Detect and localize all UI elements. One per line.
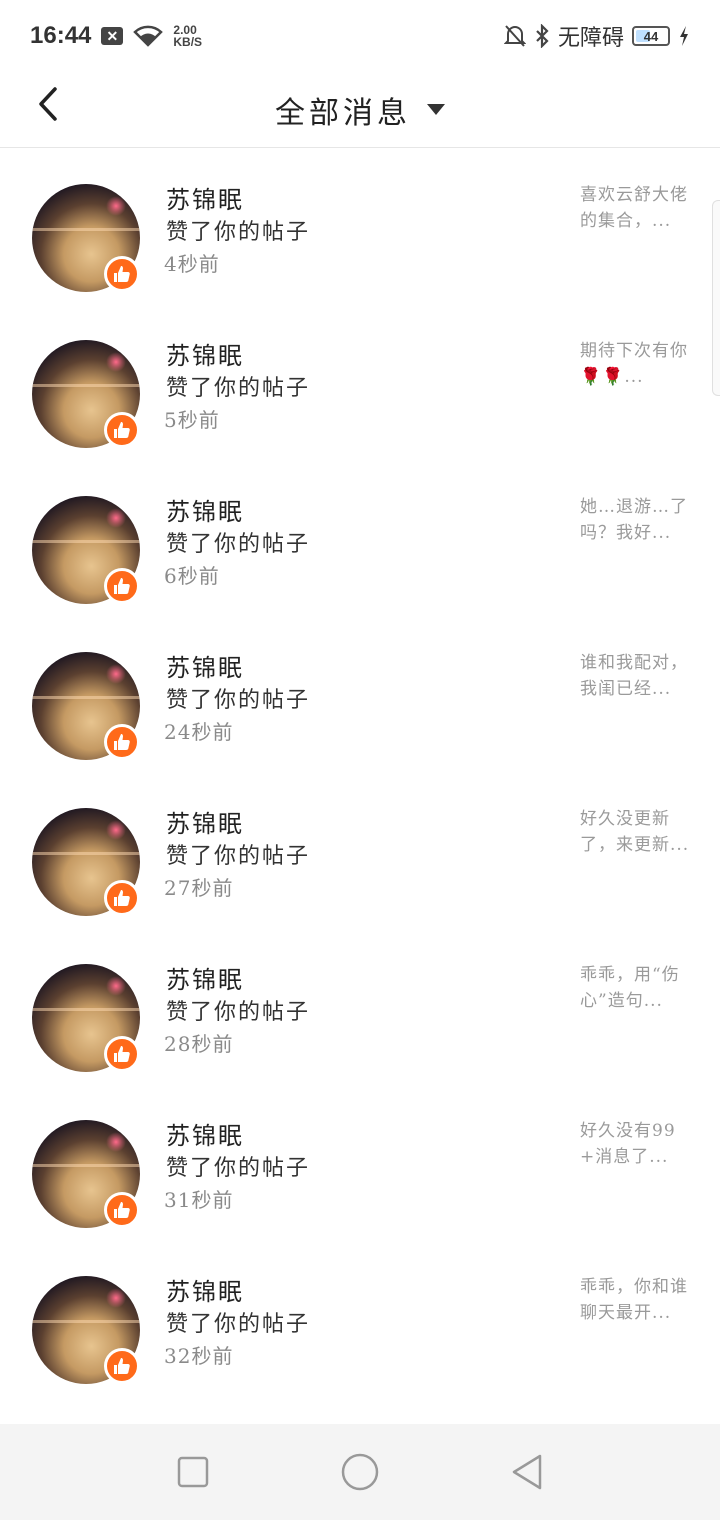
page-title: 全部消息 bbox=[275, 95, 411, 131]
timestamp: 4秒前 bbox=[164, 252, 220, 276]
recent-apps-button[interactable] bbox=[163, 1442, 223, 1502]
post-preview[interactable]: 期待下次有你🌹🌹... bbox=[580, 338, 692, 390]
message-list: 苏锦眠 赞了你的帖子 4秒前 喜欢云舒大佬的集合，... 苏锦眠 赞了你的帖子 … bbox=[0, 150, 720, 1398]
thumbs-up-icon bbox=[104, 1348, 140, 1384]
charging-icon bbox=[678, 25, 690, 47]
action-text: 赞了你的帖子 bbox=[166, 844, 311, 869]
sender-name: 苏锦眠 bbox=[166, 654, 244, 682]
thumbs-up-icon bbox=[104, 1036, 140, 1072]
list-item[interactable]: 苏锦眠 赞了你的帖子 32秒前 乖乖，你和谁聊天最开... bbox=[0, 1242, 720, 1398]
action-text: 赞了你的帖子 bbox=[166, 1156, 311, 1181]
timestamp: 6秒前 bbox=[164, 564, 220, 588]
list-item[interactable]: 苏锦眠 赞了你的帖子 24秒前 谁和我配对，我闺已经... bbox=[0, 618, 720, 774]
network-speed: 2.00 KB/S bbox=[173, 24, 202, 48]
thumbs-up-icon bbox=[104, 724, 140, 760]
accessibility-label: 无障碍 bbox=[557, 25, 624, 50]
nav-back-button[interactable] bbox=[497, 1442, 557, 1502]
sender-name: 苏锦眠 bbox=[166, 498, 244, 526]
scroll-indicator[interactable] bbox=[712, 200, 720, 396]
back-button[interactable] bbox=[32, 84, 64, 124]
list-item[interactable]: 苏锦眠 赞了你的帖子 6秒前 她…退游…了吗？我好... bbox=[0, 462, 720, 618]
sender-name: 苏锦眠 bbox=[166, 1278, 244, 1306]
message-filter-dropdown[interactable]: 全部消息 bbox=[275, 88, 445, 132]
status-bar: 16:44 ✕ 2.00 KB/S 无障碍 44 bbox=[0, 0, 720, 72]
post-preview[interactable]: 好久没更新了，来更新... bbox=[580, 806, 692, 858]
post-preview[interactable]: 乖乖，你和谁聊天最开... bbox=[580, 1274, 692, 1326]
sender-name: 苏锦眠 bbox=[166, 186, 244, 214]
header: 全部消息 bbox=[0, 72, 720, 148]
action-text: 赞了你的帖子 bbox=[166, 1312, 311, 1337]
sender-name: 苏锦眠 bbox=[166, 966, 244, 994]
bell-muted-icon bbox=[503, 24, 526, 48]
sender-name: 苏锦眠 bbox=[166, 1122, 244, 1150]
battery-level: 44 bbox=[643, 28, 659, 44]
circle-icon bbox=[341, 1453, 379, 1491]
action-text: 赞了你的帖子 bbox=[166, 376, 311, 401]
post-preview[interactable]: 乖乖，用“伤心”造句... bbox=[580, 962, 692, 1014]
list-item[interactable]: 苏锦眠 赞了你的帖子 31秒前 好久没有99+消息了... bbox=[0, 1086, 720, 1242]
timestamp: 27秒前 bbox=[164, 876, 234, 900]
action-text: 赞了你的帖子 bbox=[166, 220, 311, 245]
thumbs-up-icon bbox=[104, 1192, 140, 1228]
network-speed-unit: KB/S bbox=[173, 35, 203, 49]
triangle-left-icon bbox=[512, 1454, 541, 1490]
status-left: 16:44 ✕ 2.00 KB/S bbox=[30, 22, 202, 50]
list-item[interactable]: 苏锦眠 赞了你的帖子 28秒前 乖乖，用“伤心”造句... bbox=[0, 930, 720, 1086]
notification-x-icon: ✕ bbox=[101, 27, 124, 45]
bluetooth-icon bbox=[534, 24, 550, 48]
chevron-left-icon bbox=[39, 87, 57, 121]
post-preview[interactable]: 好久没有99+消息了... bbox=[580, 1118, 692, 1170]
list-item[interactable]: 苏锦眠 赞了你的帖子 27秒前 好久没更新了，来更新... bbox=[0, 774, 720, 930]
thumbs-up-icon bbox=[104, 568, 140, 604]
status-right: 无障碍 44 bbox=[503, 20, 690, 52]
square-icon bbox=[178, 1456, 209, 1488]
timestamp: 32秒前 bbox=[164, 1344, 234, 1368]
post-preview[interactable]: 喜欢云舒大佬的集合，... bbox=[580, 182, 692, 234]
home-button[interactable] bbox=[330, 1442, 390, 1502]
battery-indicator: 44 bbox=[632, 26, 670, 46]
thumbs-up-icon bbox=[104, 412, 140, 448]
timestamp: 24秒前 bbox=[164, 720, 234, 744]
list-item[interactable]: 苏锦眠 赞了你的帖子 5秒前 期待下次有你🌹🌹... bbox=[0, 306, 720, 462]
timestamp: 5秒前 bbox=[164, 408, 220, 432]
timestamp: 31秒前 bbox=[164, 1188, 234, 1212]
action-text: 赞了你的帖子 bbox=[166, 1000, 311, 1025]
post-preview[interactable]: 她…退游…了吗？我好... bbox=[580, 494, 692, 546]
wifi-icon bbox=[133, 25, 164, 47]
triangle-down-icon bbox=[427, 104, 445, 115]
action-text: 赞了你的帖子 bbox=[166, 688, 311, 713]
sender-name: 苏锦眠 bbox=[166, 810, 244, 838]
action-text: 赞了你的帖子 bbox=[166, 532, 311, 557]
thumbs-up-icon bbox=[104, 880, 140, 916]
status-time: 16:44 bbox=[30, 22, 92, 49]
system-nav-bar bbox=[0, 1424, 720, 1520]
list-item[interactable]: 苏锦眠 赞了你的帖子 4秒前 喜欢云舒大佬的集合，... bbox=[0, 150, 720, 306]
post-preview[interactable]: 谁和我配对，我闺已经... bbox=[580, 650, 692, 702]
sender-name: 苏锦眠 bbox=[166, 342, 244, 370]
thumbs-up-icon bbox=[104, 256, 140, 292]
timestamp: 28秒前 bbox=[164, 1032, 234, 1056]
